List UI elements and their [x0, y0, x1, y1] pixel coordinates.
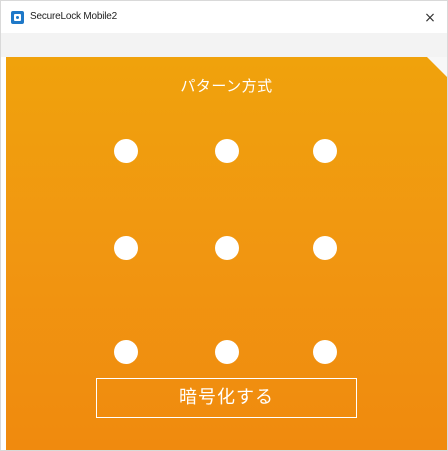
pattern-dot-1[interactable]	[114, 139, 138, 163]
corner-fold	[427, 57, 447, 77]
pattern-dot-5[interactable]	[215, 236, 239, 260]
pattern-dot-7[interactable]	[114, 340, 138, 364]
pattern-panel: パターン方式 暗号化する	[6, 57, 447, 450]
pattern-dot-2[interactable]	[215, 139, 239, 163]
app-window: SecureLock Mobile2 × パターン方式 暗号化する	[0, 0, 448, 451]
pattern-dot-9[interactable]	[313, 340, 337, 364]
close-icon[interactable]: ×	[419, 7, 441, 29]
encrypt-button[interactable]: 暗号化する	[96, 378, 357, 418]
securelock-app-icon	[11, 11, 24, 24]
pattern-dot-8[interactable]	[215, 340, 239, 364]
mode-title: パターン方式	[180, 77, 273, 95]
title-bar: SecureLock Mobile2 ×	[1, 1, 447, 33]
window-title: SecureLock Mobile2	[30, 11, 118, 22]
pattern-dot-4[interactable]	[114, 236, 138, 260]
header-strip	[1, 33, 447, 57]
pattern-dot-6[interactable]	[313, 236, 337, 260]
pattern-dot-3[interactable]	[313, 139, 337, 163]
